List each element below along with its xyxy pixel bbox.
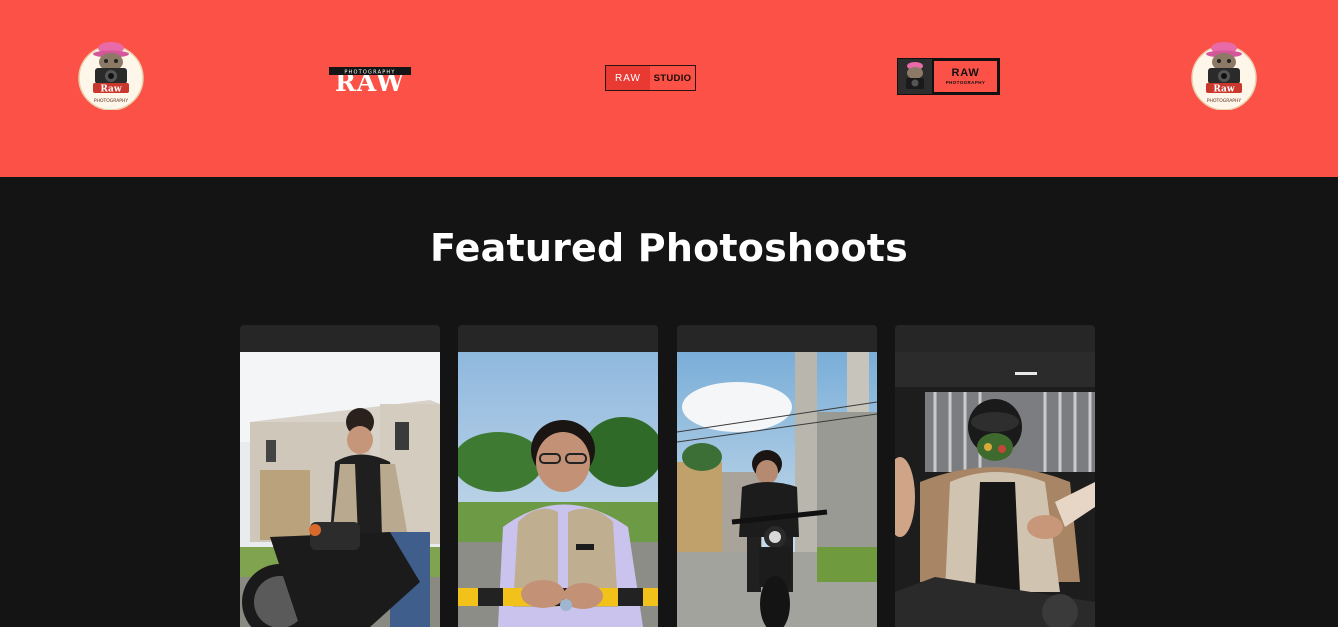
raw-studio-right: STUDIO [653, 72, 692, 84]
raw-photography-round-logo[interactable]: Raw PHOTOGRAPHY [1190, 38, 1258, 110]
cat-photographer-icon [898, 59, 932, 94]
raw-studio-logo[interactable]: RAW STUDIO [605, 65, 696, 91]
logo-banner: Raw PHOTOGRAPHY RAW PHOTOGRAPHY RAW STUD… [0, 0, 1338, 177]
round-logo-subtitle: PHOTOGRAPHY [1207, 98, 1242, 104]
badge-subtitle: PHOTOGRAPHY [945, 80, 986, 85]
photo-card[interactable] [895, 325, 1095, 627]
raw-studio-left: RAW [606, 66, 650, 90]
section-heading: Featured Photoshoots [430, 226, 908, 270]
photo-card[interactable] [240, 325, 440, 627]
round-logo-title: Raw [100, 85, 122, 95]
photo-man-in-vest-leaning [458, 352, 658, 627]
raw-photography-round-logo[interactable]: Raw PHOTOGRAPHY [77, 38, 145, 110]
photo-card[interactable] [677, 325, 877, 627]
photo-card[interactable] [458, 325, 658, 627]
raw-photography-badge[interactable]: RAW PHOTOGRAPHY [897, 58, 1000, 95]
photo-man-on-motorcycle-house [240, 352, 440, 627]
wordmark-subtitle: PHOTOGRAPHY [344, 70, 395, 76]
raw-photography-wordmark[interactable]: RAW PHOTOGRAPHY [328, 63, 412, 93]
photo-rider-with-helmet [895, 352, 1095, 627]
badge-title: RAW [951, 67, 980, 79]
round-logo-subtitle: PHOTOGRAPHY [94, 98, 129, 104]
photo-rider-on-street [677, 352, 877, 627]
round-logo-title: Raw [1213, 85, 1235, 95]
